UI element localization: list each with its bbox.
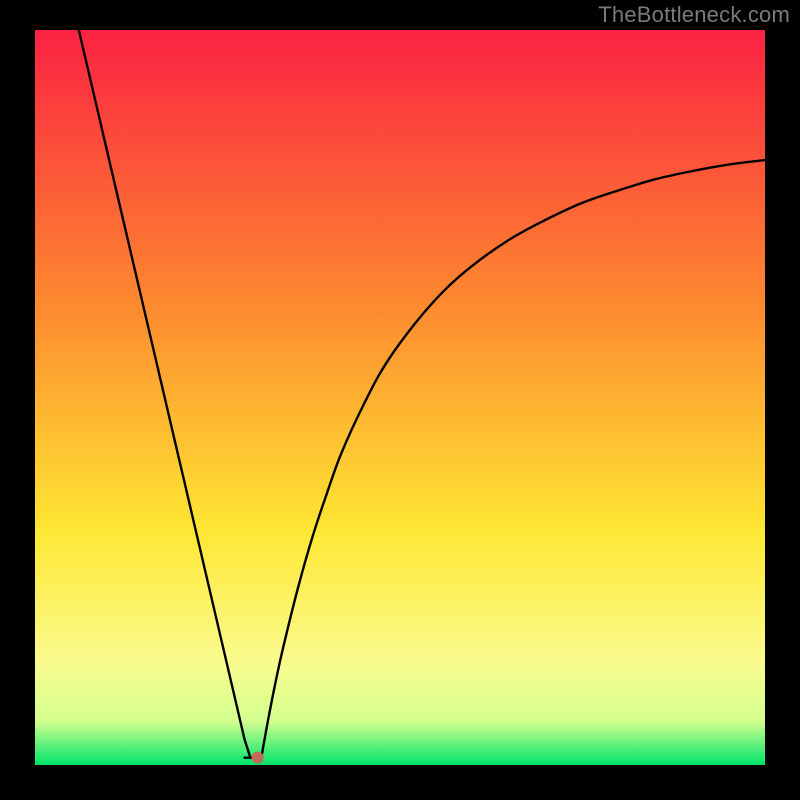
plot-area xyxy=(35,30,765,765)
chart-frame: TheBottleneck.com xyxy=(0,0,800,800)
gradient-background xyxy=(35,30,765,765)
bottleneck-curve-chart xyxy=(35,30,765,765)
minimum-point-dot xyxy=(252,752,264,764)
watermark-text: TheBottleneck.com xyxy=(598,2,790,28)
